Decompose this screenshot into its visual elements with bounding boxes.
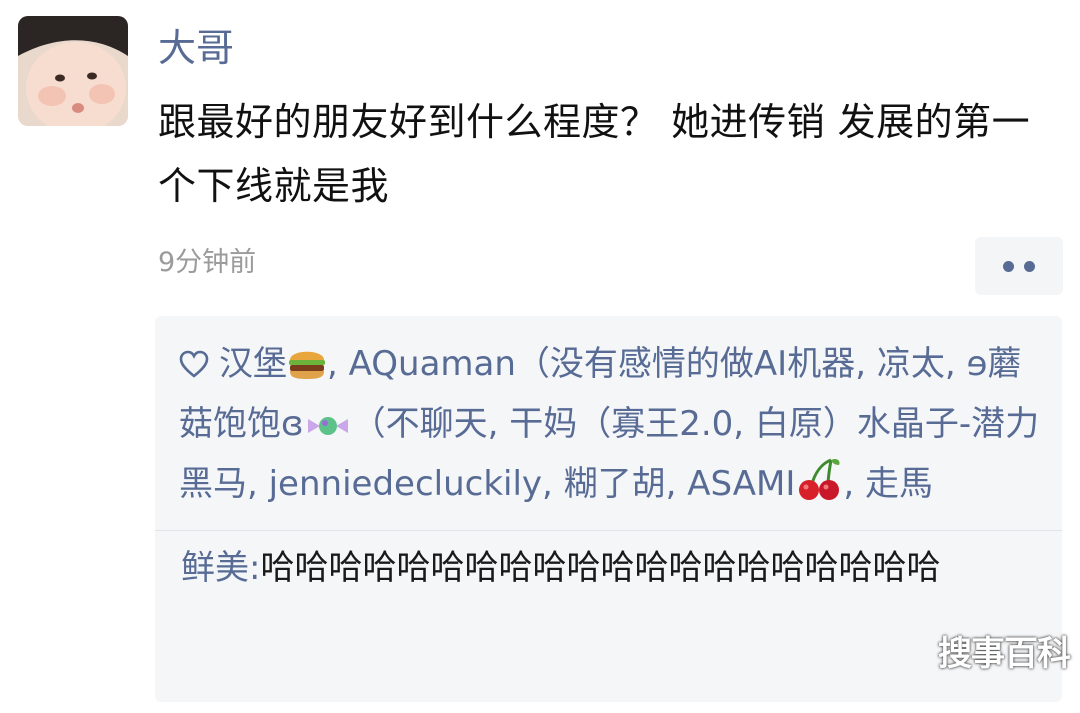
post-author-name[interactable]: 大哥 [158, 24, 234, 72]
post-text: 跟最好的朋友好到什么程度？ 她进传销 发展的第一个下线就是我 [158, 100, 1031, 208]
post-timestamp: 9分钟前 [158, 247, 257, 278]
comment-author[interactable]: 鲜美 [181, 548, 249, 588]
hamburger-emoji-icon [289, 351, 325, 379]
heart-icon [179, 350, 209, 378]
avatar[interactable] [18, 16, 128, 126]
baby-face-avatar-image [18, 16, 128, 126]
comment-separator: : [249, 548, 261, 588]
more-dots-icon [1024, 260, 1035, 272]
candy-emoji-icon [307, 417, 348, 435]
cherries-emoji-icon [799, 458, 840, 500]
likes-names[interactable]: 汉堡 [219, 344, 287, 384]
more-dots-icon [1003, 260, 1014, 272]
more-actions-button[interactable] [975, 237, 1063, 295]
likes-names[interactable]: , 走馬 [843, 464, 933, 504]
comment-item[interactable]: 鲜美:哈哈哈哈哈哈哈哈哈哈哈哈哈哈哈哈哈哈哈哈 [155, 531, 1062, 603]
likes-list: 汉堡 , AQuaman（没有感情的做AI机器, 凉太, ɘ蘑菇饱饱ɞ （不聊天… [155, 316, 1062, 531]
interaction-panel: 汉堡 , AQuaman（没有感情的做AI机器, 凉太, ɘ蘑菇饱饱ɞ （不聊天… [155, 316, 1062, 702]
comment-text: 哈哈哈哈哈哈哈哈哈哈哈哈哈哈哈哈哈哈哈哈 [260, 548, 941, 588]
watermark-logo: 搜事百科 [938, 634, 1071, 674]
